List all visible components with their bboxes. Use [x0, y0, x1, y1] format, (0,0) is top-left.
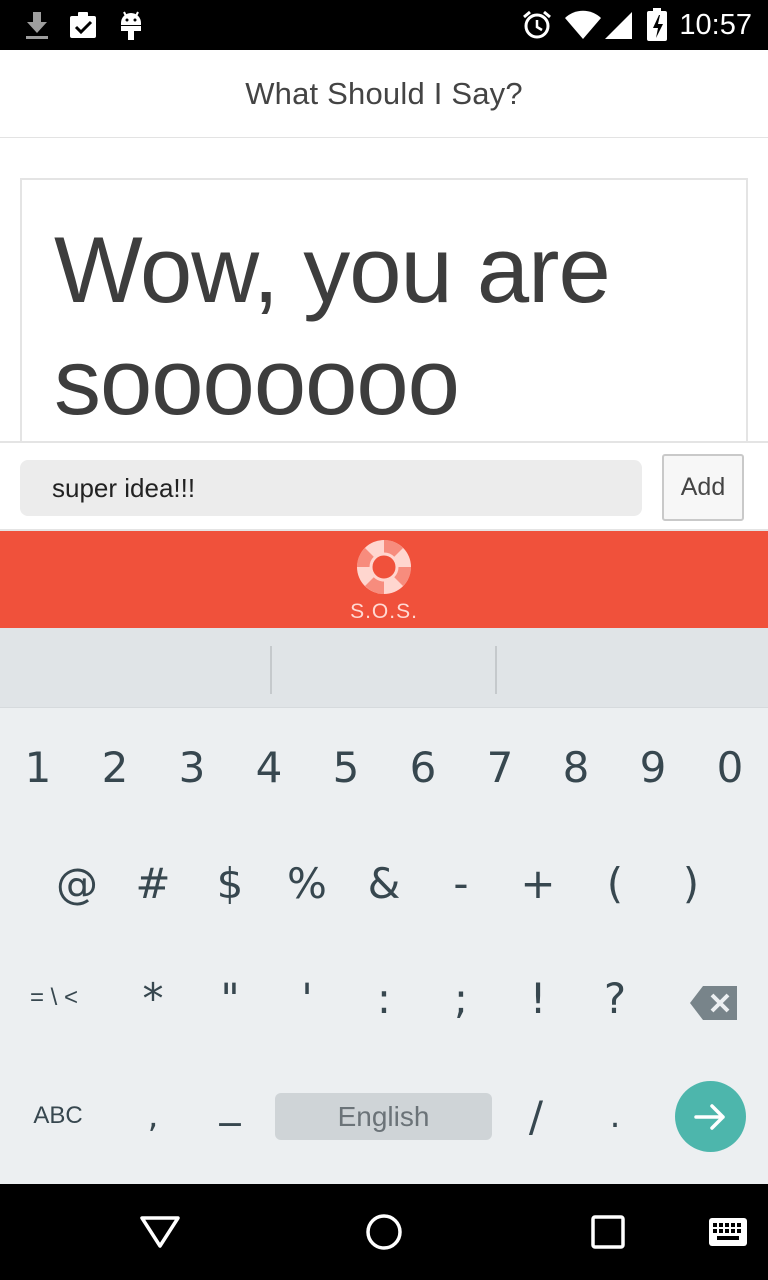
key-period[interactable]: . — [577, 1061, 653, 1171]
key-1[interactable]: 1 — [0, 712, 76, 822]
recents-icon — [591, 1215, 625, 1249]
key-underscore[interactable]: _ — [192, 1046, 268, 1156]
android-icon — [114, 8, 148, 42]
suggestion-strip — [0, 628, 768, 708]
key-at[interactable]: @ — [39, 828, 115, 938]
key-dollar[interactable]: $ — [192, 828, 268, 938]
key-colon[interactable]: : — [346, 943, 422, 1053]
key-9[interactable]: 9 — [615, 712, 691, 822]
key-percent[interactable]: % — [269, 828, 345, 938]
status-bar: 10:57 — [0, 0, 768, 50]
key-comma[interactable]: , — [115, 1061, 191, 1171]
space-key[interactable]: English — [275, 1093, 492, 1140]
key-0[interactable]: 0 — [692, 712, 768, 822]
home-icon — [366, 1214, 402, 1250]
download-icon — [20, 8, 54, 42]
key-double-quote[interactable]: " — [192, 943, 268, 1053]
add-button[interactable]: Add — [662, 454, 744, 521]
key-3[interactable]: 3 — [154, 712, 230, 822]
suggestion-divider — [270, 646, 272, 694]
key-2[interactable]: 2 — [77, 712, 153, 822]
key-abc[interactable]: ABC — [20, 1061, 96, 1171]
key-ampersand[interactable]: & — [346, 828, 422, 938]
lifebuoy-icon — [357, 540, 411, 594]
key-exclamation[interactable]: ! — [500, 943, 576, 1053]
recents-button[interactable] — [578, 1202, 638, 1262]
key-question[interactable]: ? — [577, 943, 653, 1053]
signal-icon — [602, 8, 636, 42]
key-asterisk[interactable]: * — [115, 943, 191, 1053]
sos-label: S.O.S. — [350, 600, 418, 623]
input-bar: Add — [0, 441, 768, 531]
enter-key[interactable] — [675, 1081, 746, 1152]
keyboard-icon — [709, 1218, 747, 1246]
navigation-bar — [0, 1184, 768, 1280]
backspace-key[interactable] — [676, 948, 752, 1058]
back-icon — [140, 1216, 180, 1248]
message-text: Wow, you are sooooooo — [54, 217, 611, 434]
clock-time: 10:57 — [679, 9, 752, 41]
key-close-paren[interactable]: ) — [653, 828, 729, 938]
page-title: What Should I Say? — [245, 75, 523, 111]
message-input[interactable] — [20, 460, 642, 516]
message-card: Wow, you are sooooooo — [20, 178, 748, 443]
arrow-right-icon — [693, 1103, 725, 1130]
clipboard-check-icon — [66, 8, 100, 42]
alarm-icon — [520, 8, 554, 42]
key-4[interactable]: 4 — [231, 712, 307, 822]
key-5[interactable]: 5 — [308, 712, 384, 822]
key-7[interactable]: 7 — [462, 712, 538, 822]
keyboard: 1 2 3 4 5 6 7 8 9 0 @ # $ % & - + ( ) = … — [0, 628, 768, 1184]
app-header: What Should I Say? — [0, 50, 768, 138]
key-plus[interactable]: + — [500, 828, 576, 938]
sos-button[interactable]: S.O.S. — [0, 531, 768, 628]
backspace-icon — [690, 986, 737, 1020]
keyboard-switch-button[interactable] — [698, 1202, 758, 1262]
key-semicolon[interactable]: ; — [423, 943, 499, 1053]
key-hash[interactable]: # — [115, 828, 191, 938]
back-button[interactable] — [130, 1202, 190, 1262]
suggestion-divider — [495, 646, 497, 694]
key-open-paren[interactable]: ( — [577, 828, 653, 938]
key-6[interactable]: 6 — [385, 712, 461, 822]
key-minus[interactable]: - — [423, 828, 499, 938]
key-more-symbols[interactable]: = \ < — [16, 943, 92, 1053]
key-8[interactable]: 8 — [538, 712, 614, 822]
wifi-icon — [563, 8, 603, 42]
key-single-quote[interactable]: ' — [269, 943, 345, 1053]
home-button[interactable] — [354, 1202, 414, 1262]
key-slash[interactable]: / — [498, 1061, 574, 1171]
battery-charging-icon — [642, 8, 672, 42]
